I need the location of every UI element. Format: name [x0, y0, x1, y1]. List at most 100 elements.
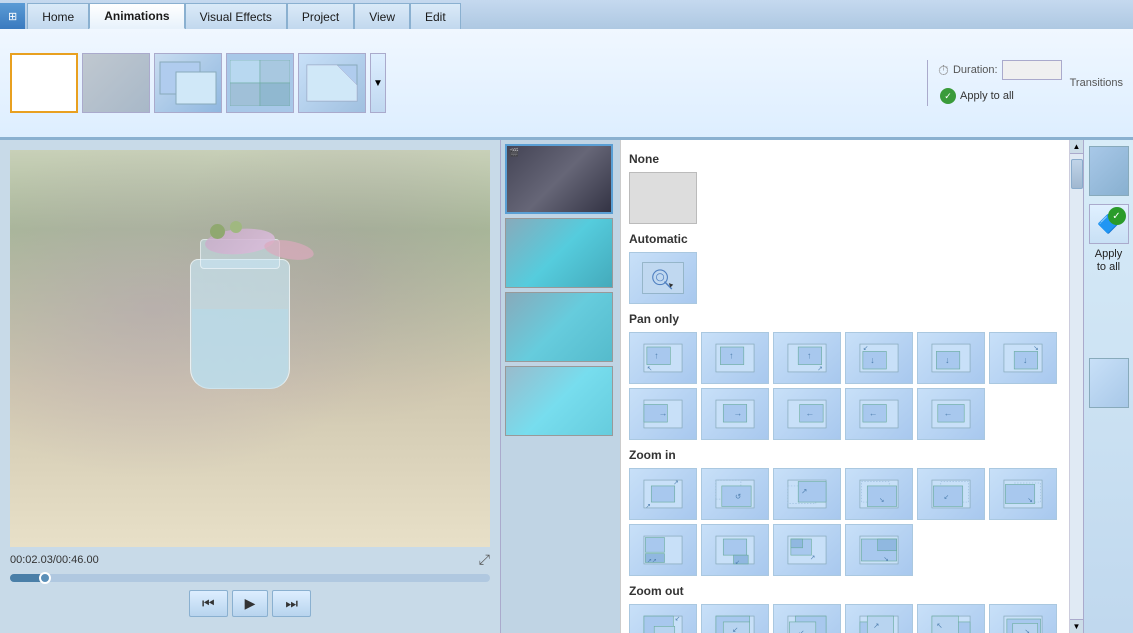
effect-zi-3[interactable]: ↗	[773, 468, 841, 520]
effect-pan-rr[interactable]: →	[701, 388, 769, 440]
timeline-thumb-1[interactable]: 🎬	[505, 144, 613, 214]
svg-text:↑: ↑	[654, 351, 658, 361]
expand-icon[interactable]: ⤢	[479, 551, 490, 568]
scroll-handle[interactable]	[1071, 159, 1083, 189]
svg-text:→: →	[734, 408, 743, 418]
svg-text:←: ←	[869, 408, 878, 418]
apply-all-button[interactable]: ✓ Apply to all	[938, 86, 1062, 106]
duration-label: Duration:	[953, 64, 998, 76]
ribbon-content: ▼ ⏱ Duration: ✓ Apply to all Transitions	[0, 29, 1133, 139]
ribbon: ⊞ Home Animations Visual Effects Project…	[0, 0, 1133, 140]
effect-pan-rl[interactable]: →	[629, 388, 697, 440]
effect-pan-dr[interactable]: ↓ ↘	[989, 332, 1057, 384]
effect-automatic[interactable]	[629, 252, 697, 304]
tabs-bar: ⊞ Home Animations Visual Effects Project…	[0, 0, 1133, 29]
apply-all-label: Apply to all	[960, 90, 1014, 102]
effect-pan-uc[interactable]: ↑	[701, 332, 769, 384]
effect-zi-7[interactable]: ↗↗	[629, 524, 697, 576]
svg-text:↗: ↗	[817, 365, 823, 372]
effect-zi-10[interactable]: ↘	[845, 524, 913, 576]
duration-input[interactable]	[1002, 60, 1062, 80]
effect-zi-1[interactable]: ↗ ↗	[629, 468, 697, 520]
effect-zo-6[interactable]: ↘	[989, 604, 1057, 633]
progress-bar[interactable]	[10, 574, 490, 582]
scroll-up-button[interactable]: ▲	[1070, 140, 1083, 154]
effect-zi-9[interactable]: ↗	[773, 524, 841, 576]
timeline-thumb-4[interactable]	[505, 366, 613, 436]
effects-panel-scrollbar[interactable]: ▲ ▼	[1069, 140, 1083, 633]
progress-knob[interactable]	[39, 572, 51, 584]
svg-text:↑: ↑	[729, 351, 733, 361]
transition-thumb-slide[interactable]	[154, 53, 222, 113]
none-effects-grid	[629, 172, 1063, 224]
svg-text:↑: ↑	[807, 351, 811, 361]
scroll-down-button[interactable]: ▼	[1070, 619, 1083, 633]
duration-icon: ⏱	[938, 62, 949, 79]
time-display: 00:02.03/00:46.00	[10, 554, 99, 566]
tab-edit[interactable]: Edit	[410, 3, 461, 29]
effect-none[interactable]	[629, 172, 697, 224]
svg-text:↙: ↙	[732, 625, 738, 633]
transition-thumb-tile[interactable]	[226, 53, 294, 113]
transition-thumb-fade[interactable]	[82, 53, 150, 113]
effect-zo-2[interactable]: ↙	[701, 604, 769, 633]
tab-home[interactable]: Home	[27, 3, 89, 29]
effect-zo-5[interactable]: ↖	[917, 604, 985, 633]
section-zoom-in: Zoom in ↗ ↗	[629, 444, 1063, 576]
timeline-thumb-2[interactable]	[505, 218, 613, 288]
svg-text:↗: ↗	[673, 479, 679, 486]
section-zoom-out: Zoom out ↙ ↙	[629, 580, 1063, 633]
timeline-thumb-3[interactable]	[505, 292, 613, 362]
transition-thumbs-group: ▼	[10, 53, 919, 113]
effect-pan-dl[interactable]: ↓ ↙	[845, 332, 913, 384]
effect-zo-4[interactable]: ↗	[845, 604, 913, 633]
transition-thumb-none[interactable]	[10, 53, 78, 113]
transition-thumb-diagonal[interactable]	[298, 53, 366, 113]
transitions-scroll-arrow[interactable]: ▼	[370, 53, 386, 113]
tab-view[interactable]: View	[354, 3, 410, 29]
grid-icon: ⊞	[8, 10, 17, 23]
forward-button[interactable]: ⏭	[272, 590, 311, 617]
effect-zi-2[interactable]: ↺	[701, 468, 769, 520]
apply-button[interactable]: ✓ 🔷	[1089, 204, 1129, 244]
scroll-track	[1070, 154, 1083, 619]
effect-zi-5[interactable]: ↙	[917, 468, 985, 520]
effects-panel: None Automatic	[620, 140, 1083, 633]
rewind-button[interactable]: ⏮	[189, 590, 228, 617]
tab-animations[interactable]: Animations	[89, 3, 184, 29]
timeline-strip: 🎬	[500, 140, 620, 633]
effect-pan-l[interactable]: ←	[845, 388, 913, 440]
section-pan-only-label: Pan only	[629, 308, 1063, 332]
app-menu-button[interactable]: ⊞	[0, 3, 25, 29]
tab-visual-effects[interactable]: Visual Effects	[185, 3, 287, 29]
effect-zi-8[interactable]: ↙	[701, 524, 769, 576]
effect-zo-3[interactable]: ↙	[773, 604, 841, 633]
effect-pan-ur[interactable]: ↑ ↗	[773, 332, 841, 384]
svg-text:↗: ↗	[801, 486, 807, 495]
svg-text:↘: ↘	[1033, 345, 1039, 352]
apply-col-thumb-bottom	[1089, 358, 1129, 408]
svg-text:←: ←	[806, 408, 815, 418]
effect-pan-ul[interactable]: ↑ ↖	[629, 332, 697, 384]
svg-text:←: ←	[944, 408, 953, 418]
svg-text:↗: ↗	[645, 503, 651, 510]
svg-text:↙: ↙	[798, 628, 804, 633]
play-button[interactable]: ▶	[232, 590, 269, 617]
svg-text:↙: ↙	[944, 494, 950, 501]
svg-text:↙: ↙	[863, 345, 869, 352]
apply-column: ✓ 🔷 Apply to all	[1083, 140, 1133, 633]
video-preview	[10, 150, 490, 547]
video-panel: 00:02.03/00:46.00 ⤢ ⏮ ▶ ⏭	[0, 140, 500, 633]
effect-zi-6[interactable]: ↘	[989, 468, 1057, 520]
effect-pan-lr[interactable]: ←	[773, 388, 841, 440]
effect-pan-le[interactable]: ←	[917, 388, 985, 440]
effect-pan-dc[interactable]: ↓	[917, 332, 985, 384]
section-none-label: None	[629, 148, 1063, 172]
section-automatic-label: Automatic	[629, 228, 1063, 252]
effects-scroll-area[interactable]: None Automatic	[621, 140, 1083, 633]
effect-zo-1[interactable]: ↙ ↙	[629, 604, 697, 633]
svg-text:↙: ↙	[675, 615, 681, 622]
tab-project[interactable]: Project	[287, 3, 354, 29]
effect-zi-4[interactable]: ↘	[845, 468, 913, 520]
svg-text:↖: ↖	[647, 365, 653, 372]
